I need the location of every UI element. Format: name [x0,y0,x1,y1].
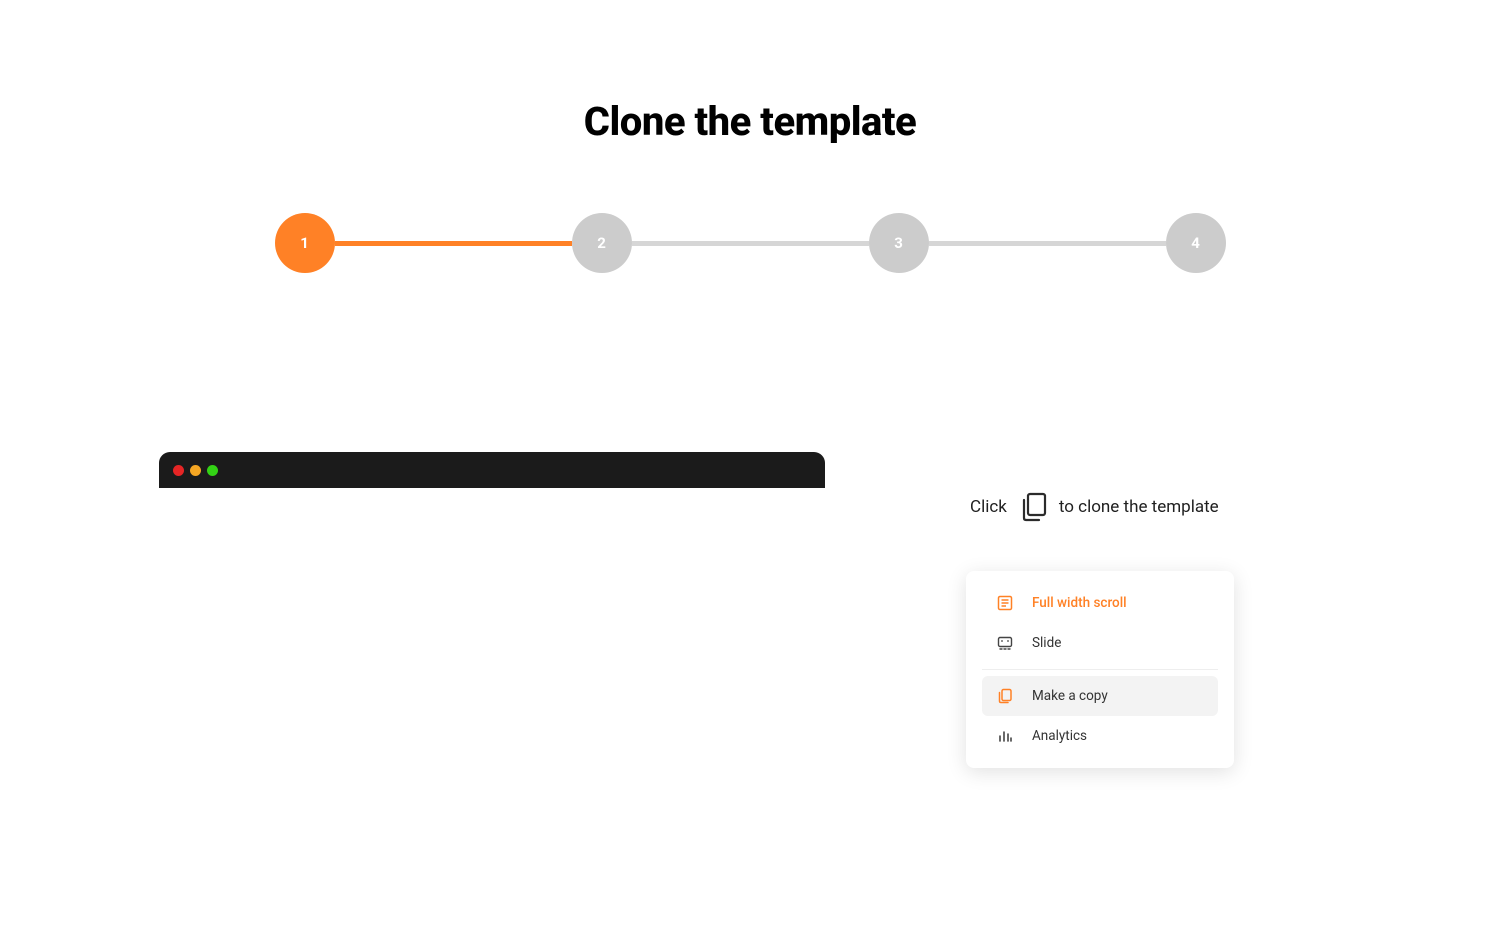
bars-icon [996,727,1014,745]
step-4[interactable]: 4 [1166,213,1226,273]
menu-divider [982,669,1218,670]
copy-icon [1019,492,1047,522]
step-line-3-4 [929,241,1166,246]
window-close-icon[interactable] [173,465,184,476]
step-2[interactable]: 2 [572,213,632,273]
menu-item-analytics[interactable]: Analytics [966,716,1234,756]
window-minimize-icon[interactable] [190,465,201,476]
copy-outline-icon [996,687,1014,705]
step-3[interactable]: 3 [869,213,929,273]
step-1[interactable]: 1 [275,213,335,273]
step-line-2-3 [632,241,869,246]
menu-item-label: Full width scroll [1032,595,1127,611]
instruction-prefix: Click [970,497,1007,517]
page-title: Clone the template [0,98,1500,145]
instruction-text: Click to clone the template [970,492,1219,522]
presentation-icon [996,634,1014,652]
menu-item-slide[interactable]: Slide [966,623,1234,663]
menu-item-full-width-scroll[interactable]: Full width scroll [966,583,1234,623]
progress-stepper: 1 2 3 4 [0,213,1500,273]
options-menu: Full width scroll Slide Make a copy [966,571,1234,768]
instruction-suffix: to clone the template [1059,497,1219,517]
step-line-1-2 [335,241,572,246]
menu-item-label: Slide [1032,635,1061,651]
browser-window-chrome [159,452,825,488]
window-maximize-icon[interactable] [207,465,218,476]
menu-item-label: Make a copy [1032,688,1108,704]
document-icon [996,594,1014,612]
menu-item-make-a-copy[interactable]: Make a copy [982,676,1218,716]
menu-item-label: Analytics [1032,728,1087,744]
